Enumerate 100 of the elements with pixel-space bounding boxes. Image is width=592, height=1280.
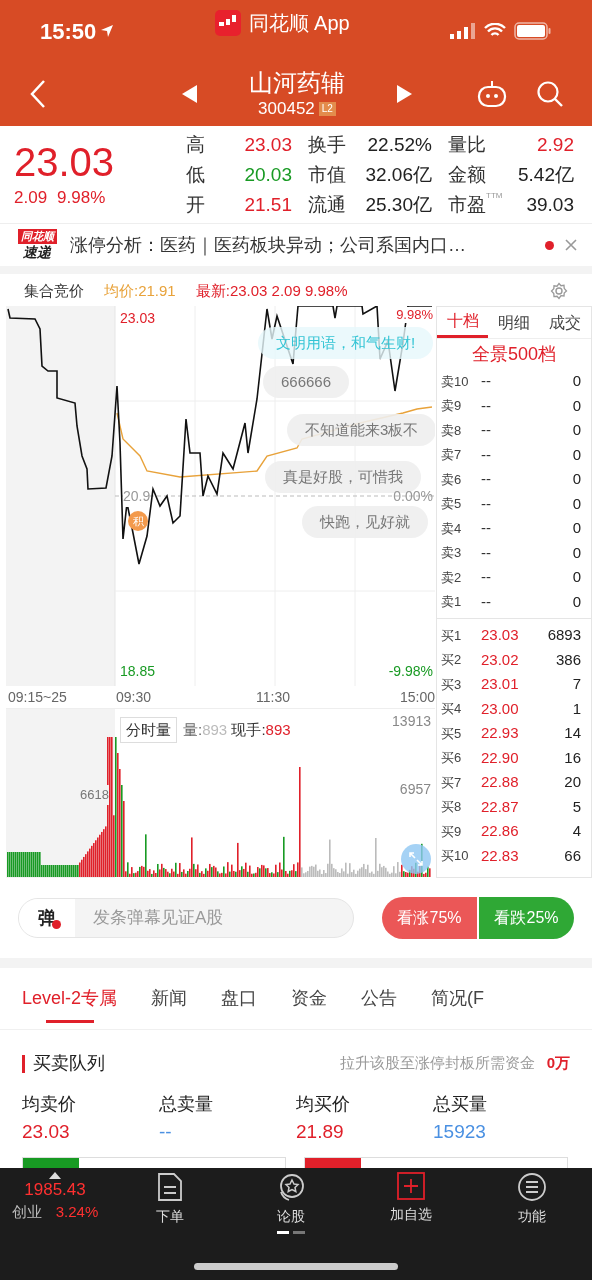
nav-item[interactable]: 论股 — [230, 1172, 351, 1234]
expand-button[interactable] — [401, 844, 431, 874]
news-headline[interactable]: 涨停分析：医药｜医药板块异动；公司系国内口… — [70, 231, 535, 259]
level-price: 23.01 — [481, 674, 520, 694]
volume-mid: 6957 — [399, 780, 431, 799]
page-indicator — [276, 1231, 305, 1234]
level-volume: 1 — [571, 698, 582, 719]
level-price: 22.88 — [481, 772, 520, 792]
stat-label: 市值 — [308, 162, 346, 187]
last-price: 23.03 — [14, 138, 116, 185]
level-volume: 0 — [571, 591, 582, 612]
index-value: 1985.43 — [24, 1179, 86, 1201]
barrage-input[interactable]: 发条弹幕见证A股 — [75, 905, 353, 931]
section-tab[interactable]: 资金 — [291, 968, 328, 1029]
nav-item[interactable]: 下单 — [110, 1172, 231, 1227]
level-price: 22.86 — [481, 821, 520, 841]
robot-icon[interactable] — [476, 79, 508, 109]
section-tab[interactable]: Level-2专属 — [22, 968, 118, 1029]
close-icon[interactable] — [564, 238, 578, 252]
level-volume: 0 — [571, 493, 582, 514]
time-label: 11:30 — [256, 687, 291, 707]
time-label: 15:00 — [398, 687, 435, 707]
previous-stock-button[interactable] — [181, 84, 199, 104]
stat-label: 高 — [186, 132, 205, 157]
queue-stat-value: -- — [159, 1120, 173, 1144]
check-badge-icon — [52, 920, 61, 929]
ttm-label: TTM — [486, 190, 503, 201]
app-name: 同花顺 App — [248, 11, 350, 36]
level-label: 卖6 — [441, 470, 463, 489]
barrage-field[interactable]: 弹 发条弹幕见证A股 — [18, 898, 354, 938]
level-volume: 0 — [571, 542, 582, 563]
section-tab[interactable]: 盘口 — [221, 968, 258, 1029]
comment-bubble: 快跑，见好就 — [302, 506, 428, 538]
status-time: 15:50 — [40, 17, 97, 46]
level-price: 22.83 — [481, 845, 520, 866]
time-label: 09:15~25 — [7, 687, 68, 707]
stat-label: 市盈 — [448, 192, 486, 217]
stat-value: 32.06亿 — [364, 162, 433, 187]
stat-value: 22.52% — [366, 132, 433, 157]
volume-max: 13913 — [392, 712, 431, 731]
depth-label[interactable]: 全景500档 — [437, 339, 591, 369]
queue-stat-value: 21.89 — [296, 1120, 345, 1144]
up-arrow-icon — [49, 1172, 61, 1179]
level-volume: 7 — [571, 674, 582, 694]
stat-label: 开 — [186, 192, 205, 217]
level-volume: 0 — [571, 395, 582, 416]
nav-item[interactable]: 功能 — [471, 1172, 592, 1227]
expand-icon — [408, 851, 424, 867]
level-price: 23.00 — [481, 698, 520, 719]
document-icon — [157, 1172, 184, 1202]
order-book-tab[interactable]: 成交 — [539, 307, 591, 338]
order-book-tab[interactable]: 十档 — [437, 307, 489, 338]
volume-label: 分时量 — [120, 717, 177, 743]
section-tab[interactable]: 公告 — [361, 968, 398, 1029]
level-label: 卖2 — [441, 568, 463, 587]
auction-label: 集合竞价 — [24, 280, 84, 301]
stat-value: 5.42亿 — [517, 162, 575, 187]
level-label: 买10 — [441, 847, 470, 865]
next-stock-button[interactable] — [395, 84, 413, 104]
comment-bubble: 不知道能来3板不 — [287, 414, 435, 446]
level-price: -- — [481, 395, 492, 416]
queue-stat-value: 15923 — [433, 1120, 487, 1144]
queue-stat-label: 均买价 — [296, 1093, 351, 1116]
index-name: 创业 — [11, 1202, 42, 1222]
section-title: 买卖队列 — [33, 1052, 106, 1075]
level-price: 22.90 — [481, 747, 520, 768]
level-volume: 0 — [571, 469, 582, 489]
level-label: 卖5 — [441, 495, 463, 513]
level-volume: 0 — [571, 518, 582, 538]
level-price: -- — [481, 420, 492, 440]
price-change: 2.09 — [14, 186, 48, 209]
stat-value: 25.30亿 — [364, 192, 433, 217]
barrage-icon[interactable]: 弹 — [19, 899, 75, 937]
level-volume: 5 — [571, 796, 582, 817]
nav-item[interactable]: 加自选 — [351, 1172, 472, 1225]
order-book-tab[interactable]: 明细 — [488, 307, 540, 338]
settings-icon[interactable] — [550, 282, 568, 300]
level-volume: 4 — [571, 821, 582, 841]
level-price: -- — [481, 542, 492, 563]
location-icon — [100, 24, 115, 38]
section-tab[interactable]: 简况(F — [431, 968, 485, 1029]
level-volume: 0 — [571, 371, 582, 391]
time-label: 09:30 — [116, 687, 153, 707]
level-volume: 16 — [563, 747, 582, 768]
level-volume: 14 — [563, 723, 582, 743]
level-label: 卖7 — [441, 446, 463, 464]
index-ticker[interactable]: 1985.43 创业 3.24% — [0, 1172, 110, 1224]
latest-price: 最新:23.03 2.09 9.98% — [195, 280, 349, 301]
level-price: 23.03 — [481, 625, 520, 645]
high-price: 23.03 — [120, 309, 156, 328]
high-percent: 9.98% — [396, 307, 433, 323]
source-top: 同花顺 — [17, 229, 57, 244]
level-volume: 0 — [571, 444, 582, 465]
comment-bubble: 文明用语，和气生财! — [258, 327, 434, 359]
level-label: 买9 — [441, 822, 463, 841]
average-price: 均价:21.91 — [104, 280, 176, 301]
stat-label: 金额 — [448, 162, 486, 187]
section-tab[interactable]: 新闻 — [151, 968, 188, 1029]
search-icon[interactable] — [536, 80, 564, 108]
level-label: 买5 — [441, 724, 463, 743]
